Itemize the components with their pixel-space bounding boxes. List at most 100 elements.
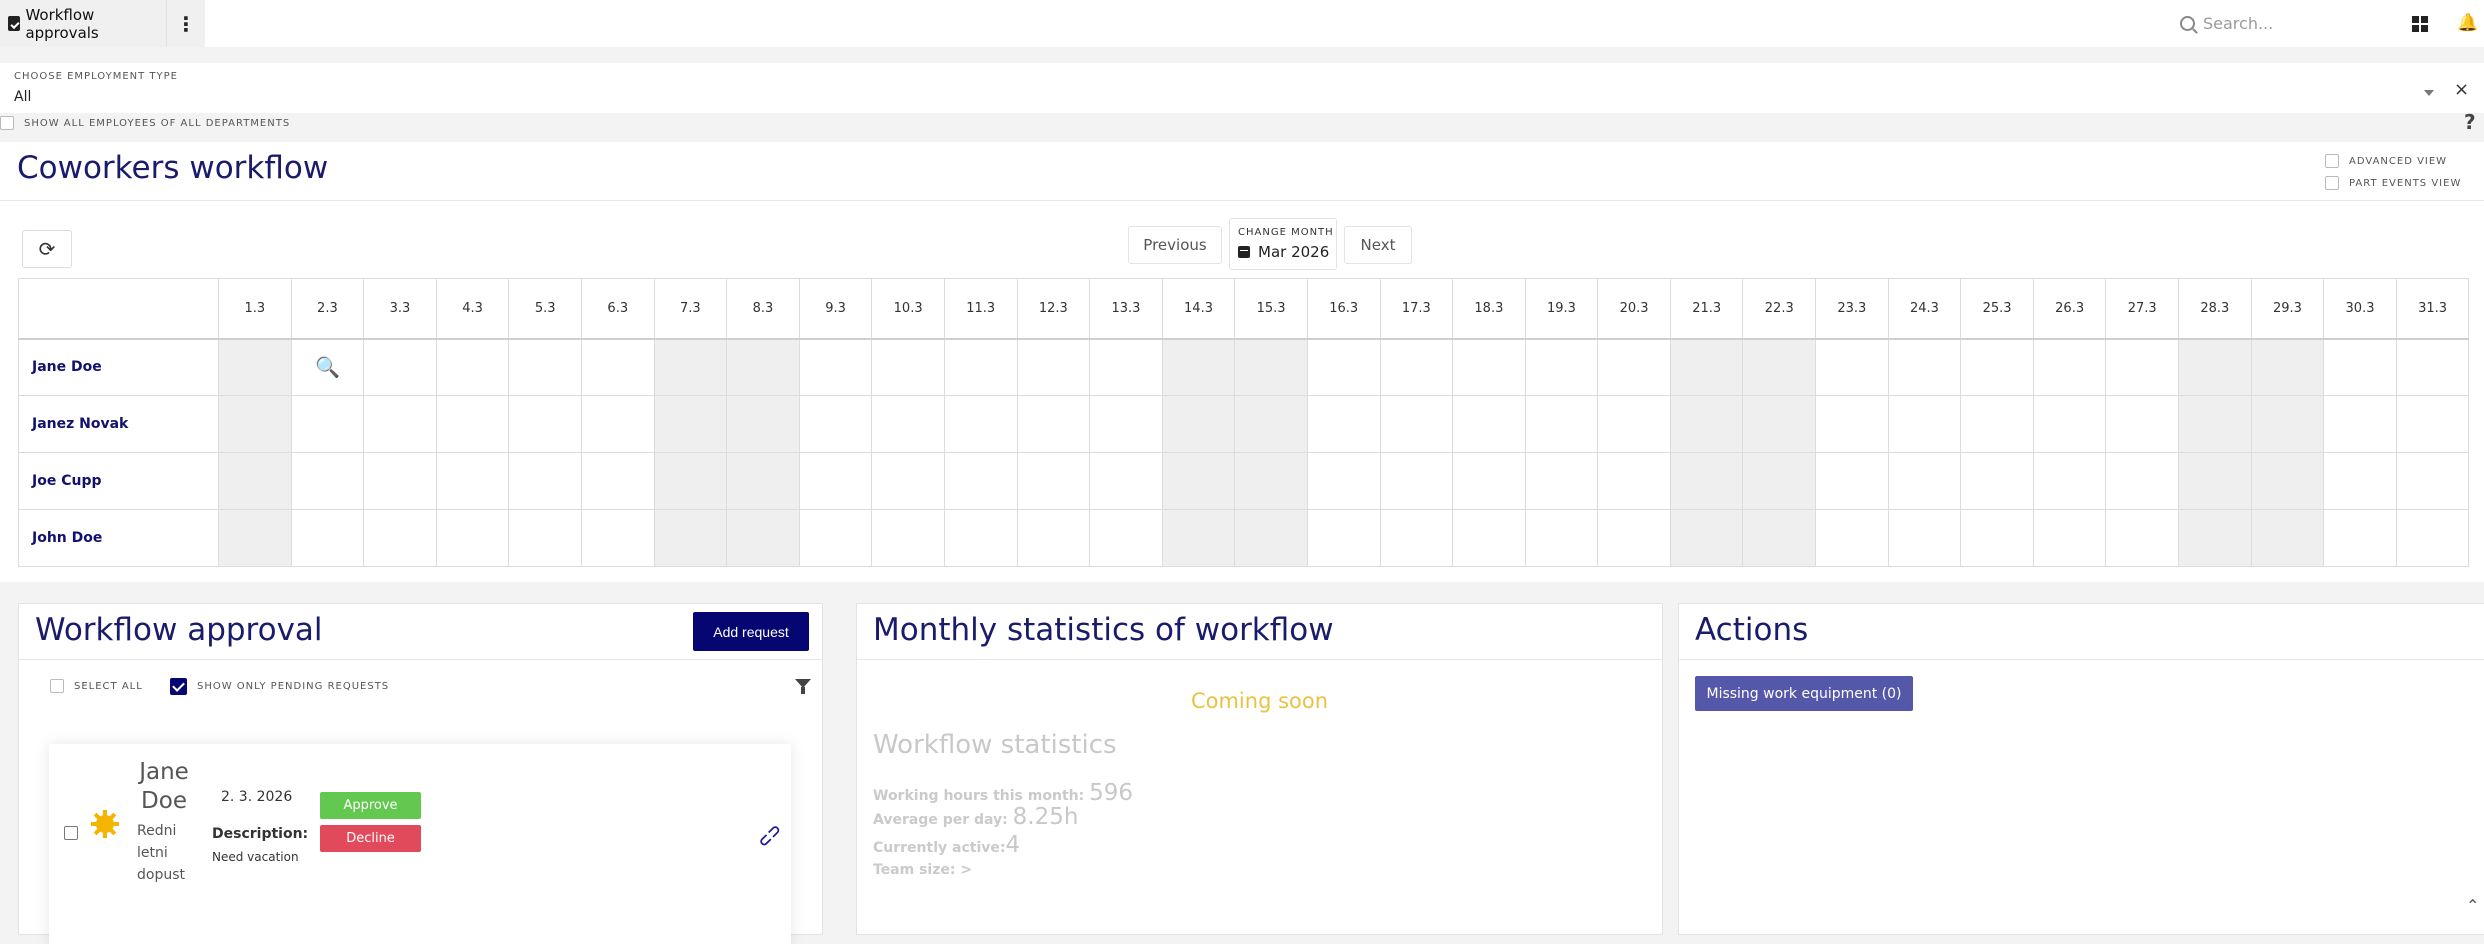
day-cell[interactable] — [2032, 452, 2107, 510]
clear-selection-icon[interactable]: × — [2454, 79, 2469, 100]
day-cell[interactable] — [798, 452, 873, 510]
day-cell[interactable] — [1960, 509, 2034, 567]
day-cell[interactable] — [2395, 509, 2470, 567]
day-cell[interactable] — [1306, 452, 1381, 510]
scroll-up-icon[interactable]: ⌃ — [2466, 896, 2479, 915]
day-cell[interactable] — [2250, 509, 2325, 567]
day-cell[interactable] — [1089, 452, 1163, 510]
day-cell[interactable] — [943, 452, 1018, 510]
employee-name[interactable]: John Doe — [18, 509, 219, 567]
approve-button[interactable]: Approve — [320, 792, 421, 819]
add-request-button[interactable]: Add request — [693, 612, 809, 651]
day-cell[interactable] — [1742, 509, 1817, 567]
pending-only-checkbox[interactable] — [170, 678, 187, 695]
day-cell[interactable] — [2105, 452, 2180, 510]
day-cell[interactable] — [218, 509, 292, 567]
day-cell[interactable] — [508, 395, 582, 453]
day-cell[interactable] — [726, 452, 800, 510]
apps-grid-icon[interactable] — [2412, 16, 2428, 32]
day-cell[interactable] — [1597, 509, 1671, 567]
day-cell[interactable] — [363, 452, 437, 510]
day-cell[interactable] — [1669, 338, 1744, 396]
day-cell[interactable] — [1742, 452, 1817, 510]
day-cell[interactable] — [1379, 338, 1454, 396]
day-cell[interactable] — [2395, 452, 2470, 510]
day-cell[interactable] — [1524, 395, 1599, 453]
decline-button[interactable]: Decline — [320, 825, 421, 852]
day-cell[interactable] — [2178, 395, 2252, 453]
day-cell[interactable] — [2323, 509, 2397, 567]
refresh-button[interactable]: ⟳ — [22, 230, 72, 268]
day-cell[interactable] — [653, 452, 728, 510]
day-cell[interactable] — [1306, 338, 1381, 396]
day-cell[interactable] — [2178, 452, 2252, 510]
day-cell[interactable] — [2250, 452, 2325, 510]
day-cell[interactable] — [1306, 395, 1381, 453]
day-cell[interactable] — [871, 338, 945, 396]
show-all-employees-checkbox[interactable] — [0, 116, 14, 130]
day-cell[interactable] — [1815, 509, 1889, 567]
day-cell[interactable] — [1742, 395, 1817, 453]
previous-month-button[interactable]: Previous — [1128, 226, 1222, 264]
day-cell[interactable] — [2178, 509, 2252, 567]
app-tab[interactable]: Workflow approvals — [0, 0, 166, 47]
day-cell[interactable] — [2250, 395, 2325, 453]
day-cell[interactable] — [871, 509, 945, 567]
day-cell[interactable] — [2105, 395, 2180, 453]
day-cell[interactable] — [1887, 338, 1962, 396]
employee-name[interactable]: Joe Cupp — [18, 452, 219, 510]
day-cell[interactable] — [1960, 338, 2034, 396]
advanced-view-option[interactable]: ADVANCED VIEW — [2325, 154, 2447, 168]
day-cell[interactable] — [1524, 509, 1599, 567]
day-cell[interactable] — [1524, 338, 1599, 396]
day-cell[interactable] — [2323, 452, 2397, 510]
day-cell[interactable] — [2395, 338, 2470, 396]
notification-bell-icon[interactable]: 🔔 — [2457, 13, 2478, 33]
day-cell[interactable] — [1815, 452, 1889, 510]
next-month-button[interactable]: Next — [1344, 226, 1412, 264]
day-cell[interactable] — [2105, 509, 2180, 567]
day-cell[interactable] — [363, 395, 437, 453]
day-cell[interactable] — [943, 338, 1018, 396]
search-field[interactable]: Search... — [2180, 10, 2380, 36]
day-cell[interactable] — [1016, 338, 1091, 396]
day-cell[interactable] — [508, 338, 582, 396]
employee-name[interactable]: Jane Doe — [18, 338, 219, 396]
day-cell[interactable] — [1452, 338, 1526, 396]
day-cell[interactable] — [1597, 395, 1671, 453]
select-all-checkbox[interactable] — [50, 679, 64, 693]
day-cell[interactable] — [2323, 395, 2397, 453]
day-cell[interactable] — [871, 452, 945, 510]
day-cell[interactable] — [435, 338, 510, 396]
magnifier-icon[interactable]: 🔍 — [315, 355, 340, 379]
day-cell[interactable] — [1234, 395, 1308, 453]
day-cell[interactable] — [580, 452, 655, 510]
day-cell[interactable] — [1452, 395, 1526, 453]
day-cell[interactable] — [2105, 338, 2180, 396]
day-cell[interactable] — [1379, 509, 1454, 567]
day-cell[interactable] — [1379, 452, 1454, 510]
day-cell[interactable] — [871, 395, 945, 453]
day-cell[interactable] — [1016, 395, 1091, 453]
day-cell[interactable] — [435, 395, 510, 453]
day-cell[interactable] — [218, 452, 292, 510]
day-cell[interactable] — [1815, 338, 1889, 396]
part-events-view-checkbox[interactable] — [2325, 176, 2339, 190]
day-cell[interactable] — [1016, 452, 1091, 510]
day-cell[interactable] — [290, 509, 365, 567]
day-cell[interactable] — [580, 395, 655, 453]
day-cell[interactable] — [798, 338, 873, 396]
day-cell[interactable] — [1669, 395, 1744, 453]
day-cell[interactable] — [2178, 338, 2252, 396]
day-cell[interactable] — [2032, 509, 2107, 567]
filter-icon[interactable] — [795, 679, 811, 694]
day-cell[interactable] — [2395, 395, 2470, 453]
day-cell[interactable] — [1234, 509, 1308, 567]
help-icon[interactable]: ? — [2464, 110, 2476, 134]
day-cell[interactable] — [726, 395, 800, 453]
missing-work-equipment-button[interactable]: Missing work equipment (0) — [1695, 676, 1913, 711]
day-cell[interactable] — [1887, 452, 1962, 510]
day-cell[interactable]: 🔍 — [290, 338, 365, 396]
day-cell[interactable] — [363, 509, 437, 567]
day-cell[interactable] — [1089, 338, 1163, 396]
